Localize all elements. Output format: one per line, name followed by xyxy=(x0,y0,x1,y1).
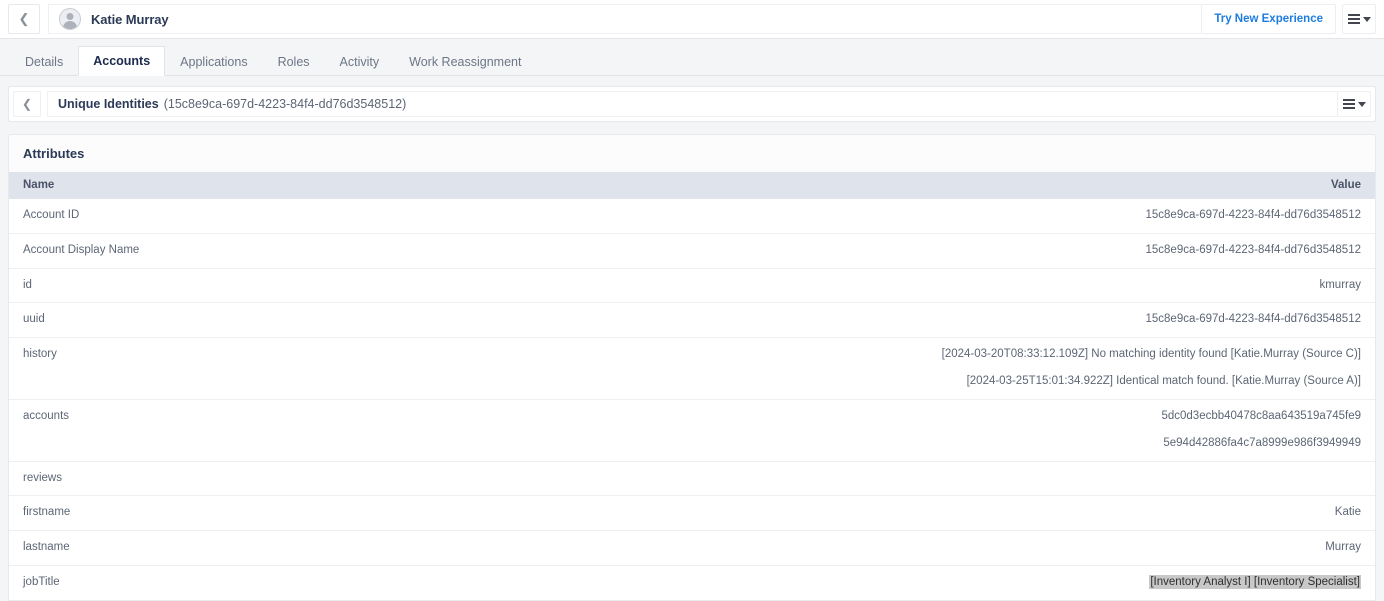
tab-details[interactable]: Details xyxy=(10,46,78,76)
attribute-value-line: 15c8e9ca-697d-4223-84f4-dd76d3548512 xyxy=(1145,313,1362,326)
table-row: id kmurray xyxy=(9,267,1375,303)
chevron-down-icon xyxy=(1357,101,1366,107)
attribute-value-line: Murray xyxy=(1325,541,1361,554)
attribute-name-cell: Account Display Name xyxy=(9,232,638,269)
table-row: reviews xyxy=(9,460,1375,496)
attribute-value-line: [Inventory Analyst I] [Inventory Special… xyxy=(651,574,1361,592)
table-row: lastname Murray xyxy=(9,530,1375,566)
tab-applications[interactable]: Applications xyxy=(165,46,262,76)
attribute-value-cell: [2024-03-20T08:33:12.109Z] No matching i… xyxy=(637,337,1375,400)
attributes-table: Name Value Account ID 15c8e9ca-697d-4223-… xyxy=(9,172,1375,600)
empty-value xyxy=(651,470,1361,485)
table-row: uuid 15c8e9ca-697d-4223-84f4-dd76d3548512 xyxy=(9,302,1375,338)
column-header-value[interactable]: Value xyxy=(637,172,1375,199)
table-row: history [2024-03-20T08:33:12.109Z] No mat… xyxy=(9,337,1375,400)
identity-header: Katie Murray xyxy=(48,4,1202,34)
try-new-experience-button[interactable]: Try New Experience xyxy=(1201,4,1336,34)
chevron-left-icon: ❮ xyxy=(21,97,33,111)
attribute-name-cell: history xyxy=(9,337,638,400)
attribute-value-cell: kmurray xyxy=(637,267,1375,303)
back-button[interactable]: ❮ xyxy=(8,4,40,34)
attributes-card: Attributes Name Value Account ID 15c8e9ca… xyxy=(8,134,1376,601)
list-menu-icon xyxy=(1347,14,1360,24)
attribute-name-cell: lastname xyxy=(9,530,638,566)
attribute-value-line: [2024-03-25T15:01:34.922Z] Identical mat… xyxy=(966,375,1361,388)
table-row: Account Display Name 15c8e9ca-697d-4223-8… xyxy=(9,232,1375,269)
table-row: accounts 5dc0d3ecbb40478c8aa643519a745fe9… xyxy=(9,398,1375,461)
section-back-button[interactable]: ❮ xyxy=(13,91,41,117)
attribute-name-cell: jobTitle xyxy=(9,564,638,600)
attribute-value-line: [2024-03-20T08:33:12.109Z] No matching i… xyxy=(941,348,1361,361)
section-header: ❮ Unique Identities (15c8e9ca-697d-4223-… xyxy=(8,86,1376,122)
tab-roles[interactable]: Roles xyxy=(263,46,325,76)
top-bar: ❮ Katie Murray Try New Experience xyxy=(0,0,1384,39)
tab-work-reassignment[interactable]: Work Reassignment xyxy=(394,46,536,76)
table-row: Account ID 15c8e9ca-697d-4223-84f4-dd76d3… xyxy=(9,198,1375,234)
section-menu-button[interactable] xyxy=(1337,91,1371,117)
attribute-value-line: 15c8e9ca-697d-4223-84f4-dd76d3548512 xyxy=(1145,209,1362,221)
list-menu-icon xyxy=(1342,99,1355,109)
attribute-value-cell: Katie xyxy=(637,495,1375,531)
attribute-value-line: 5e94d42886fa4c7a8999e986f3949949 xyxy=(1163,436,1361,449)
attribute-name-cell: firstname xyxy=(9,495,638,531)
attribute-name-cell: uuid xyxy=(9,302,638,338)
attributes-card-title: Attributes xyxy=(9,135,1375,172)
attributes-table-body: Account ID 15c8e9ca-697d-4223-84f4-dd76d3… xyxy=(9,198,1375,600)
attribute-value-line: kmurray xyxy=(1319,278,1361,291)
attribute-value-cell: 15c8e9ca-697d-4223-84f4-dd76d3548512 xyxy=(637,302,1375,338)
top-bar-menu-button[interactable] xyxy=(1342,4,1376,34)
section-title: Unique Identities xyxy=(58,97,159,111)
selected-text-highlight: [Inventory Analyst I] [Inventory Special… xyxy=(1149,574,1361,589)
attribute-name-cell: Account ID xyxy=(9,198,638,234)
column-header-name[interactable]: Name xyxy=(9,172,638,199)
attribute-value-line: 15c8e9ca-697d-4223-84f4-dd76d3548512 xyxy=(1145,243,1362,256)
attribute-value-cell xyxy=(637,460,1375,496)
attribute-name-cell: accounts xyxy=(9,398,638,461)
attribute-value-cell: 15c8e9ca-697d-4223-84f4-dd76d3548512 xyxy=(637,198,1375,234)
main-content: ❮ Unique Identities (15c8e9ca-697d-4223-… xyxy=(0,76,1384,601)
tab-activity[interactable]: Activity xyxy=(325,46,395,76)
table-row: jobTitle [Inventory Analyst I] [Inventory… xyxy=(9,564,1375,600)
chevron-down-icon xyxy=(1362,16,1371,22)
chevron-left-icon: ❮ xyxy=(18,10,30,26)
section-title-group: Unique Identities (15c8e9ca-697d-4223-84… xyxy=(47,91,1337,117)
attribute-value-cell: 15c8e9ca-697d-4223-84f4-dd76d3548512 xyxy=(637,232,1375,269)
table-row: firstname Katie xyxy=(9,495,1375,531)
attribute-value-line: 5dc0d3ecbb40478c8aa643519a745fe9 xyxy=(1161,409,1361,422)
attribute-value-cell: 5dc0d3ecbb40478c8aa643519a745fe9 5e94d428… xyxy=(637,398,1375,461)
tab-accounts[interactable]: Accounts xyxy=(78,46,166,76)
attribute-value-line: Katie xyxy=(1334,506,1361,519)
tab-bar: Details Accounts Applications Roles Acti… xyxy=(0,39,1384,76)
section-identity-id: (15c8e9ca-697d-4223-84f4-dd76d3548512) xyxy=(163,97,407,111)
attribute-value-cell: [Inventory Analyst I] [Inventory Special… xyxy=(637,564,1375,600)
top-bar-actions: Try New Experience xyxy=(1201,0,1384,38)
attribute-name-cell: id xyxy=(9,267,638,303)
user-avatar-icon xyxy=(59,8,81,30)
attribute-name-cell: reviews xyxy=(9,460,638,496)
attribute-value-cell: Murray xyxy=(637,530,1375,566)
table-header-row: Name Value xyxy=(9,172,1375,199)
identity-name: Katie Murray xyxy=(91,11,169,27)
